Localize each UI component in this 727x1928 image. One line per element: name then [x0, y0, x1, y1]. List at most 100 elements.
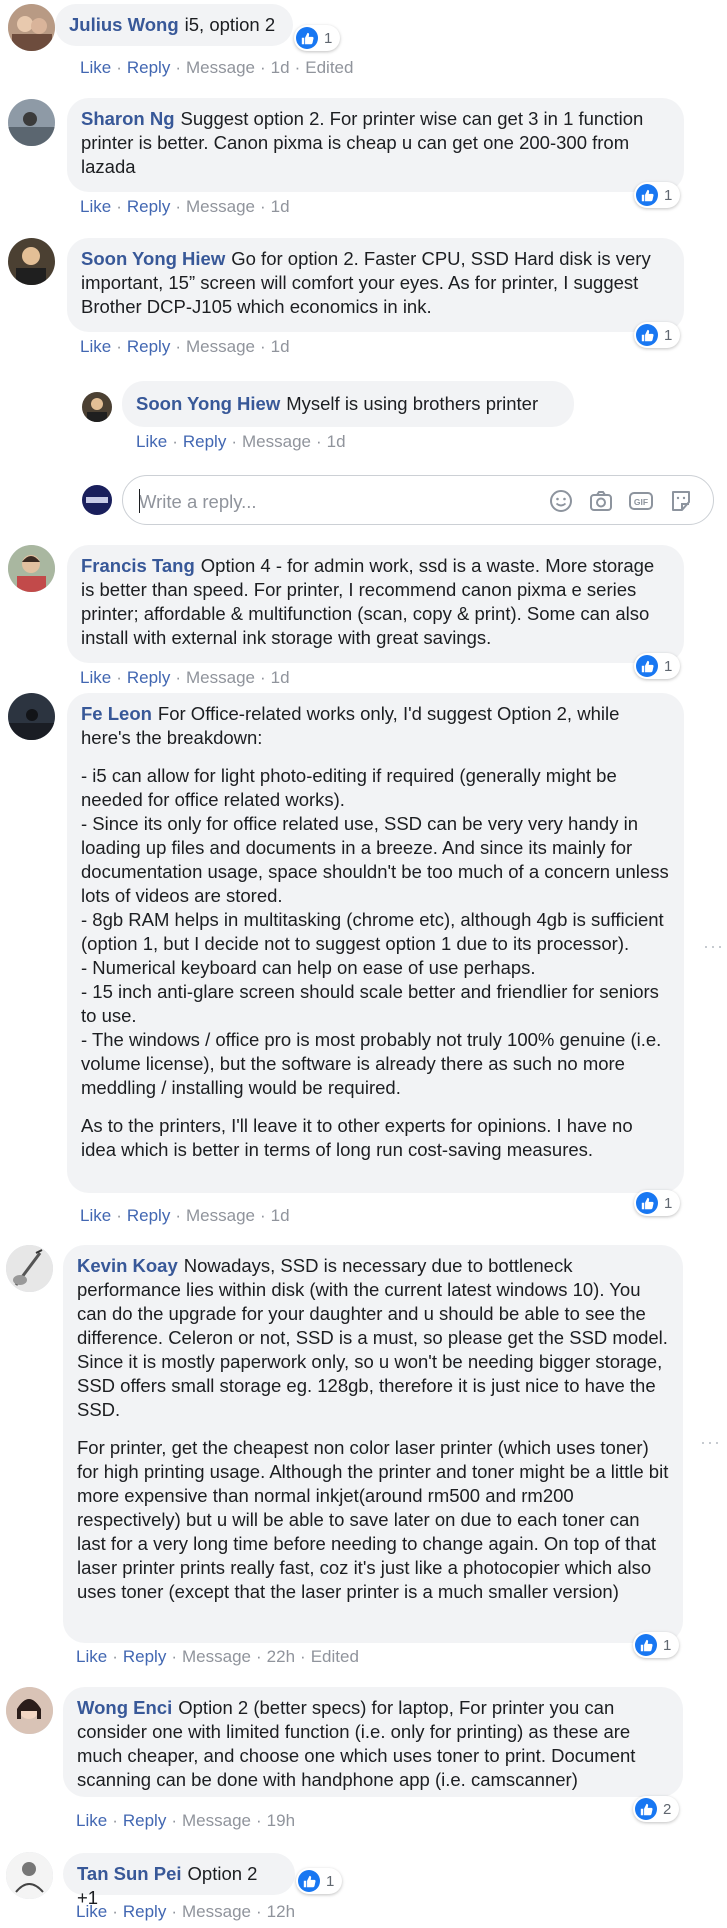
comment-actions: Like · Reply · Message · 1d	[80, 337, 290, 356]
comment-text: For Office-related works only, I'd sugge…	[81, 703, 620, 748]
comment-author[interactable]: Kevin Koay	[77, 1255, 178, 1276]
reaction-count[interactable]: 1	[296, 1868, 343, 1894]
text-cursor	[139, 489, 140, 513]
comment-text: - 15 inch anti-glare screen should scale…	[81, 981, 659, 1026]
comment-author[interactable]: Fe Leon	[81, 703, 152, 724]
camera-icon[interactable]	[588, 488, 614, 514]
avatar[interactable]	[8, 545, 55, 592]
reaction-number: 1	[663, 1636, 672, 1654]
like-link[interactable]: Like	[80, 197, 111, 216]
message-link[interactable]: Message	[242, 432, 311, 451]
like-link[interactable]: Like	[80, 58, 111, 77]
avatar[interactable]	[82, 392, 112, 422]
reply-link[interactable]: Reply	[127, 1206, 170, 1225]
like-link[interactable]: Like	[76, 1811, 107, 1830]
comment-text: - 8gb RAM helps in multitasking (chrome …	[81, 909, 664, 954]
comment-timestamp[interactable]: 1d	[271, 1206, 290, 1225]
reaction-number: 1	[324, 29, 333, 47]
gif-icon[interactable]: GIF	[628, 488, 654, 514]
avatar[interactable]	[8, 99, 55, 146]
reply-link[interactable]: Reply	[127, 668, 170, 687]
comment-timestamp[interactable]: 19h	[267, 1811, 295, 1830]
comment-author[interactable]: Francis Tang	[81, 555, 195, 576]
reaction-number: 1	[664, 326, 673, 344]
comment-author[interactable]: Sharon Ng	[81, 108, 175, 129]
comment-bubble: Francis Tang Option 4 - for admin work, s…	[67, 545, 684, 663]
comment-text: Nowadays, SSD is necessary due to bottle…	[77, 1255, 668, 1420]
like-link[interactable]: Like	[76, 1902, 107, 1921]
message-link[interactable]: Message	[186, 1206, 255, 1225]
reaction-count[interactable]: 2	[633, 1796, 680, 1822]
avatar[interactable]	[6, 1852, 53, 1899]
comment-author[interactable]: Wong Enci	[77, 1697, 172, 1718]
thumbs-up-icon	[635, 1634, 657, 1656]
reply-input-box: GIF	[122, 475, 714, 525]
message-link[interactable]: Message	[182, 1811, 251, 1830]
comment-timestamp[interactable]: 12h	[267, 1902, 295, 1921]
reaction-count[interactable]: 1	[634, 182, 681, 208]
reply-link[interactable]: Reply	[127, 337, 170, 356]
reaction-number: 1	[664, 186, 673, 204]
comment-bubble: Soon Yong Hiew Go for option 2. Faster CP…	[67, 238, 684, 332]
comment-text: For printer, get the cheapest non color …	[77, 1437, 669, 1602]
comment-actions: Like · Reply · Message · 12h	[76, 1902, 296, 1921]
reply-timestamp[interactable]: 1d	[327, 432, 346, 451]
comment-actions: Like · Reply · Message · 1d · Edited	[80, 58, 354, 77]
like-link[interactable]: Like	[76, 1647, 107, 1666]
reply-link[interactable]: Reply	[123, 1902, 166, 1921]
reply-link[interactable]: Reply	[127, 197, 170, 216]
comment-actions: Like · Reply · Message · 1d	[80, 668, 290, 687]
message-link[interactable]: Message	[182, 1902, 251, 1921]
avatar[interactable]	[6, 1245, 53, 1292]
like-link[interactable]: Like	[80, 337, 111, 356]
more-options-icon[interactable]: ···	[703, 936, 724, 957]
message-link[interactable]: Message	[186, 58, 255, 77]
comment-actions: Like · Reply · Message · 1d	[80, 1206, 290, 1225]
edited-label[interactable]: Edited	[311, 1647, 359, 1666]
comment-author[interactable]: Julius Wong	[69, 14, 179, 35]
comment-timestamp[interactable]: 1d	[271, 197, 290, 216]
message-link[interactable]: Message	[186, 197, 255, 216]
thumbs-up-icon	[636, 324, 658, 346]
reaction-count[interactable]: 1	[634, 322, 681, 348]
avatar[interactable]	[6, 1687, 53, 1734]
like-link[interactable]: Like	[136, 432, 167, 451]
avatar[interactable]	[8, 4, 55, 51]
more-options-icon[interactable]: ···	[700, 1432, 721, 1453]
avatar[interactable]	[8, 238, 55, 285]
message-link[interactable]: Message	[182, 1647, 251, 1666]
comment-author[interactable]: Tan Sun Pei	[77, 1863, 182, 1884]
comment-text: - The windows / office pro is most proba…	[81, 1029, 662, 1098]
reply-input[interactable]	[137, 488, 501, 516]
reaction-count[interactable]: 1	[634, 653, 681, 679]
reaction-count[interactable]: 1	[633, 1632, 680, 1658]
reaction-number: 1	[326, 1872, 335, 1890]
comment-bubble: Wong Enci Option 2 (better specs) for lap…	[63, 1687, 683, 1797]
thumbs-up-icon	[298, 1870, 320, 1892]
comment-text: As to the printers, I'll leave it to oth…	[81, 1115, 633, 1160]
comment-timestamp[interactable]: 22h	[267, 1647, 295, 1666]
edited-label[interactable]: Edited	[305, 58, 353, 77]
emoji-icon[interactable]	[548, 488, 574, 514]
comment-actions: Like · Reply · Message · 19h	[76, 1811, 296, 1830]
comment-timestamp[interactable]: 1d	[271, 58, 290, 77]
comment-text: i5, option 2	[184, 14, 276, 35]
reply-link[interactable]: Reply	[127, 58, 170, 77]
message-link[interactable]: Message	[186, 668, 255, 687]
message-link[interactable]: Message	[186, 337, 255, 356]
reply-link[interactable]: Reply	[123, 1811, 166, 1830]
current-user-avatar[interactable]	[82, 485, 112, 515]
like-link[interactable]: Like	[80, 1206, 111, 1225]
comment-author[interactable]: Soon Yong Hiew	[81, 248, 225, 269]
reaction-count[interactable]: 1	[634, 1190, 681, 1216]
reply-author[interactable]: Soon Yong Hiew	[136, 393, 280, 414]
reply-link[interactable]: Reply	[123, 1647, 166, 1666]
like-link[interactable]: Like	[80, 668, 111, 687]
sticker-icon[interactable]	[668, 488, 694, 514]
avatar[interactable]	[8, 693, 55, 740]
comment-timestamp[interactable]: 1d	[271, 668, 290, 687]
reply-link[interactable]: Reply	[183, 432, 226, 451]
reaction-count[interactable]: 1	[294, 25, 341, 51]
comment-bubble: Kevin Koay Nowadays, SSD is necessary due…	[63, 1245, 683, 1643]
comment-timestamp[interactable]: 1d	[271, 337, 290, 356]
